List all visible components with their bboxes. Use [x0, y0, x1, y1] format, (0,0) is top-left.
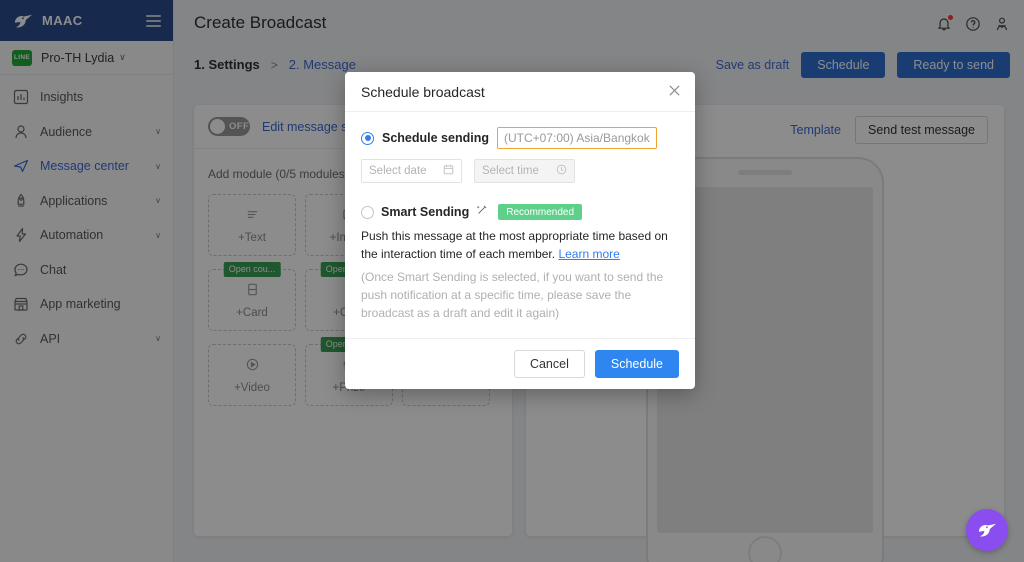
smart-sending-label: Smart Sending — [381, 205, 470, 219]
select-date-input[interactable]: Select date — [361, 159, 462, 183]
select-date-placeholder: Select date — [369, 165, 427, 177]
select-time-placeholder: Select time — [482, 165, 539, 177]
maac-bird-logo-icon — [978, 523, 996, 537]
smart-sending-note: (Once Smart Sending is selected, if you … — [361, 270, 664, 320]
schedule-sending-radio[interactable] — [361, 131, 374, 145]
recommended-badge: Recommended — [498, 204, 583, 220]
modal-header: Schedule broadcast — [345, 72, 695, 112]
smart-sending-option[interactable]: Smart Sending Recommended — [361, 203, 679, 221]
schedule-broadcast-modal: Schedule broadcast Schedule sending (UTC… — [345, 72, 695, 389]
datetime-row: Select date Select time — [361, 159, 679, 183]
magic-wand-icon — [476, 203, 488, 221]
timezone-selector[interactable]: (UTC+07:00) Asia/Bangkok — [496, 127, 657, 149]
modal-footer: Cancel Schedule — [345, 338, 695, 389]
smart-sending-radio[interactable] — [361, 205, 374, 219]
clock-icon — [556, 164, 567, 178]
app-root: MAAC LINE Pro-TH Lydia ∨ Insights Audien… — [0, 0, 1024, 562]
select-time-input[interactable]: Select time — [474, 159, 575, 183]
smart-sending-description-text: Push this message at the most appropriat… — [361, 229, 668, 261]
schedule-sending-label: Schedule sending — [382, 131, 489, 145]
schedule-sending-option[interactable]: Schedule sending (UTC+07:00) Asia/Bangko… — [361, 127, 679, 149]
learn-more-link[interactable]: Learn more — [558, 247, 619, 261]
modal-body: Schedule sending (UTC+07:00) Asia/Bangko… — [345, 112, 695, 338]
calendar-icon — [443, 164, 454, 178]
smart-sending-block: Smart Sending Recommended Push this mess… — [361, 203, 679, 322]
support-chat-fab[interactable] — [966, 509, 1008, 551]
modal-title: Schedule broadcast — [361, 83, 485, 100]
modal-schedule-button[interactable]: Schedule — [594, 350, 679, 378]
cancel-button[interactable]: Cancel — [513, 350, 585, 378]
close-icon[interactable] — [666, 84, 682, 100]
smart-sending-description: Push this message at the most appropriat… — [361, 227, 679, 263]
